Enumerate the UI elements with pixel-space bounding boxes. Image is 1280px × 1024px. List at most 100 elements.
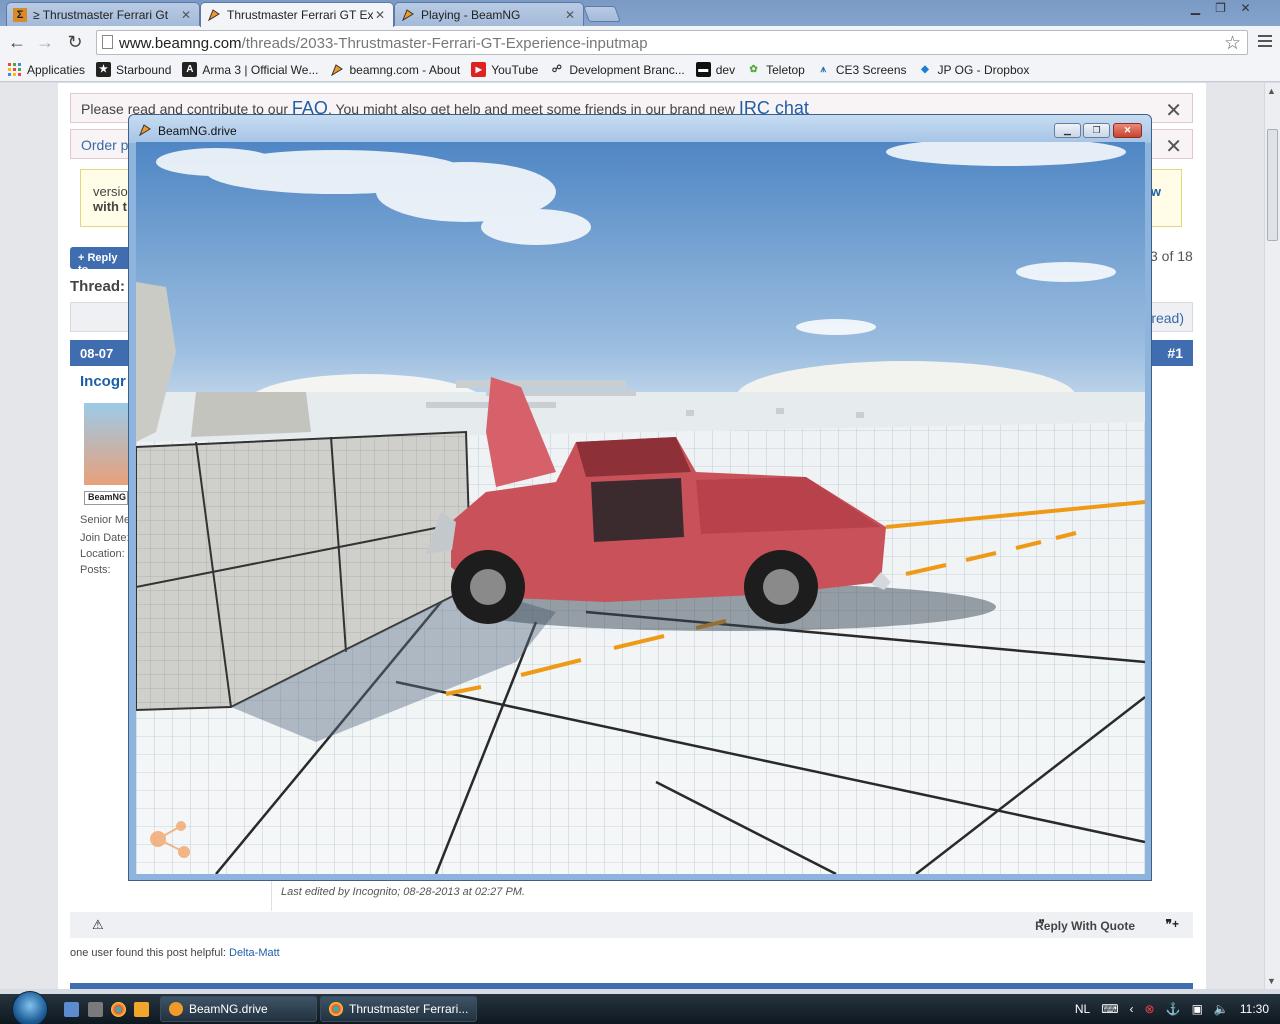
game-scene [136,142,1145,874]
user-badge: BeamNG [84,491,128,505]
taskbar-chrome[interactable]: Thrustmaster Ferrari... [320,996,477,1022]
helpful-user-link[interactable]: Delta-Matt [229,947,280,959]
post-footer: ⚠ ❞ Reply With Quote ❞+ [70,912,1193,938]
security-alert-icon[interactable]: ⊗ [1145,1002,1155,1016]
chrome-icon [329,1002,343,1016]
user-avatar[interactable] [84,403,128,485]
show-desktop-icon[interactable] [64,1002,79,1017]
page-count: 3 of 18 [1150,248,1193,264]
language-indicator[interactable]: NL [1075,1002,1090,1016]
user-rank: Senior Me [80,514,131,526]
scrollbar-thumb[interactable] [1267,129,1278,241]
apps-grid-icon [7,62,22,77]
beamng-icon [329,62,344,77]
report-post-icon[interactable]: ⚠ [92,917,104,933]
scroll-up-icon[interactable]: ▲ [1267,86,1276,96]
location-label: Location: [80,548,125,560]
page-scrollbar[interactable]: ▲ ▼ [1264,83,1280,989]
tab-thrustmaster-1[interactable]: Σ ≥ Thrustmaster Ferrari Gt ✕ [6,2,200,26]
beamng-titlebar[interactable]: BeamNG.drive ▁ ❐ ✕ [129,115,1151,143]
bookmark-dev[interactable]: ▬ dev [695,62,735,77]
post-date: 08-07 [80,346,114,361]
tab-thrustmaster-active[interactable]: Thrustmaster Ferrari GT Ex ✕ [200,2,394,27]
tab-close-icon[interactable]: ✕ [563,8,577,22]
post-number[interactable]: #1 [1167,345,1183,361]
z-icon: Σ [13,7,27,22]
maximize-icon[interactable]: ❐ [1083,123,1110,138]
beamng-icon [401,8,415,22]
bookmark-starbound[interactable]: ★ Starbound [96,62,171,77]
address-bar[interactable]: www.beamng.com/threads/2033-Thrustmaster… [96,30,1248,55]
next-post-header [70,983,1193,989]
taskbar-beamng[interactable]: BeamNG.drive [160,996,317,1022]
starbound-icon: ★ [96,62,112,77]
dev-icon: ▬ [695,62,711,77]
thread-tools-label: Thread: [70,278,126,295]
dismiss-notice-icon[interactable]: ✕ [1165,98,1182,123]
browser-window-controls: ▁ ❐ ✕ [1183,0,1258,18]
tab-close-icon[interactable]: ✕ [179,8,193,22]
close-icon[interactable]: ✕ [1233,0,1258,17]
menu-icon[interactable] [1258,32,1272,50]
close-icon[interactable]: ✕ [1113,123,1142,138]
bookmark-applicaties[interactable]: Applicaties [7,62,85,77]
bookmark-ce3-screens[interactable]: ⩚ CE3 Screens [816,62,906,77]
post-divider [271,878,272,911]
scroll-down-icon[interactable]: ▼ [1267,976,1276,986]
bookmark-arma3[interactable]: A Arma 3 | Official We... [182,62,318,77]
ce3-icon: ⩚ [820,64,827,75]
beamng-window[interactable]: BeamNG.drive ▁ ❐ ✕ [128,114,1152,881]
beamng-window-title: BeamNG.drive [158,124,237,138]
tab-strip: Σ ≥ Thrustmaster Ferrari Gt ✕ Thrustmast… [0,0,1280,27]
taskbar: BeamNG.drive Thrustmaster Ferrari... NL … [0,991,1280,1024]
minimize-icon[interactable]: ▁ [1054,123,1081,138]
start-button[interactable] [12,991,48,1024]
bookmark-star-icon[interactable]: ☆ [1224,32,1241,55]
youtube-icon: ▶ [471,62,487,77]
url-host: www.beamng.com [119,35,242,52]
display-icon[interactable]: ▣ [1192,1002,1203,1016]
keyboard-icon[interactable]: ⌨ [1101,1002,1118,1016]
tools-icon[interactable] [88,1002,103,1017]
new-tab-button[interactable] [583,6,621,22]
restore-icon[interactable]: ❐ [1208,0,1233,17]
volume-icon[interactable]: 🔈 [1214,1002,1229,1016]
bookmark-development-branch[interactable]: ☍ Development Branc... [549,62,685,77]
arma-icon: A [182,62,198,77]
show-hidden-icons[interactable]: ‹ [1130,1002,1134,1016]
back-icon[interactable]: ← [6,31,28,53]
helpful-note: one user found this post helpful: Delta-… [70,947,280,959]
dropbox-icon: ◆ [921,64,929,75]
tab-close-icon[interactable]: ✕ [373,8,387,22]
dismiss-notice-icon[interactable]: ✕ [1165,134,1182,159]
browser-toolbar: ← → ↻ www.beamng.com/threads/2033-Thrust… [0,26,1280,58]
posts-label: Posts: [80,564,111,576]
bookmark-teletop[interactable]: ✿ Teletop [746,62,804,77]
url-path: /threads/2033-Thrustmaster-Ferrari-GT-Ex… [241,35,648,52]
media-player-icon[interactable] [134,1002,149,1017]
system-tray: NL ⌨ ‹ ⊗ ⚓ ▣ 🔈 11:30 [1075,994,1280,1024]
bookmarks-bar: Applicaties ★ Starbound A Arma 3 | Officia… [0,58,1280,82]
multi-quote-icon[interactable]: ❞+ [1166,917,1179,931]
tab-playing-beamng[interactable]: Playing - BeamNG ✕ [394,2,584,26]
beamng-icon [138,123,152,137]
bookmark-youtube[interactable]: ▶ YouTube [471,62,538,77]
bookmark-beamng-about[interactable]: beamng.com - About [329,62,460,77]
reply-to-thread-button[interactable]: + Reply to [70,247,130,276]
beamng-icon [169,1002,183,1016]
reply-with-quote-button[interactable]: Reply With Quote [1035,919,1135,933]
minimize-icon[interactable]: ▁ [1183,0,1208,17]
bookmark-dropbox[interactable]: ◆ JP OG - Dropbox [918,62,1029,77]
join-date-label: Join Date: [80,532,130,544]
network-icon[interactable]: ⚓ [1166,1002,1181,1016]
page-icon [102,35,113,49]
clock[interactable]: 11:30 [1240,1002,1269,1016]
reload-icon[interactable]: ↻ [64,31,86,53]
chrome-icon[interactable] [111,1002,126,1017]
game-viewport[interactable] [136,142,1145,874]
last-edited-note: Last edited by Incognito; 08-28-2013 at … [281,886,525,898]
forward-icon[interactable]: → [34,31,56,53]
post-username[interactable]: Incogr [80,373,126,390]
teletop-icon: ✿ [749,64,758,75]
beamng-icon [207,8,221,22]
